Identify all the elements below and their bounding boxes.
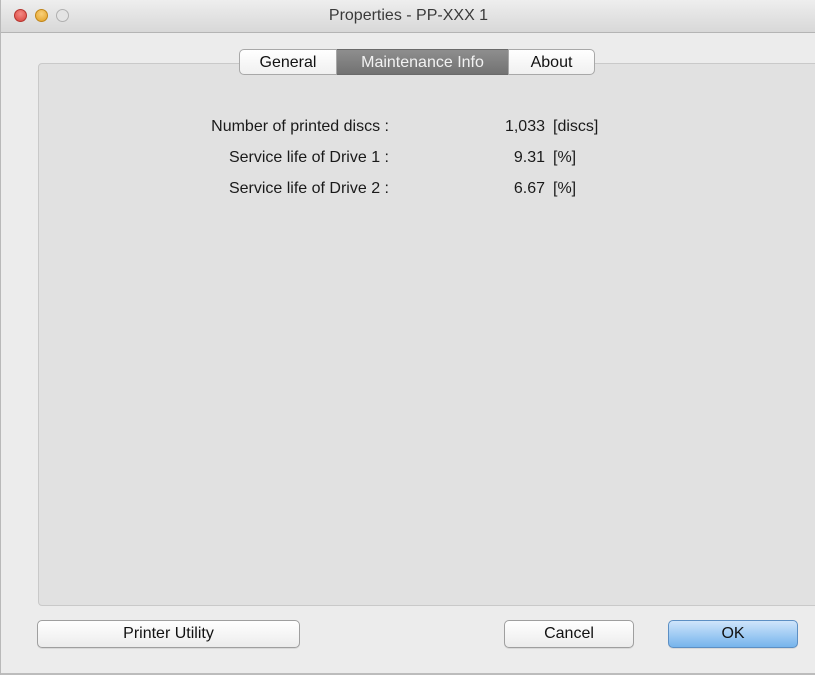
- window-title: Properties - PP-XXX 1: [328, 7, 489, 24]
- printed-discs-label: Number of printed discs :: [211, 118, 389, 135]
- tab-maintenance-info[interactable]: Maintenance Info: [337, 49, 508, 75]
- maintenance-info-panel: Number of printed discs : 1,033 [discs] …: [38, 63, 815, 606]
- drive1-life-value: 9.31: [513, 149, 545, 166]
- printed-discs-unit: [discs]: [553, 118, 599, 135]
- title-bar[interactable]: Properties - PP-XXX 1: [1, 0, 815, 33]
- printer-utility-button[interactable]: Printer Utility: [37, 620, 300, 648]
- ok-button[interactable]: OK: [668, 620, 798, 648]
- printed-discs-value: 1,033: [504, 118, 545, 135]
- tab-about[interactable]: About: [508, 49, 595, 75]
- tab-general[interactable]: General: [239, 49, 337, 75]
- properties-window: Properties - PP-XXX 1 General Maintenanc…: [0, 0, 815, 675]
- drive1-life-label: Service life of Drive 1 :: [228, 149, 389, 166]
- tab-bar: General Maintenance Info About: [239, 49, 595, 75]
- drive2-life-label: Service life of Drive 2 :: [228, 180, 389, 197]
- drive1-life-unit: [%]: [553, 149, 577, 166]
- drive2-life-unit: [%]: [553, 180, 577, 197]
- cancel-button[interactable]: Cancel: [504, 620, 634, 648]
- drive2-life-value: 6.67: [513, 180, 545, 197]
